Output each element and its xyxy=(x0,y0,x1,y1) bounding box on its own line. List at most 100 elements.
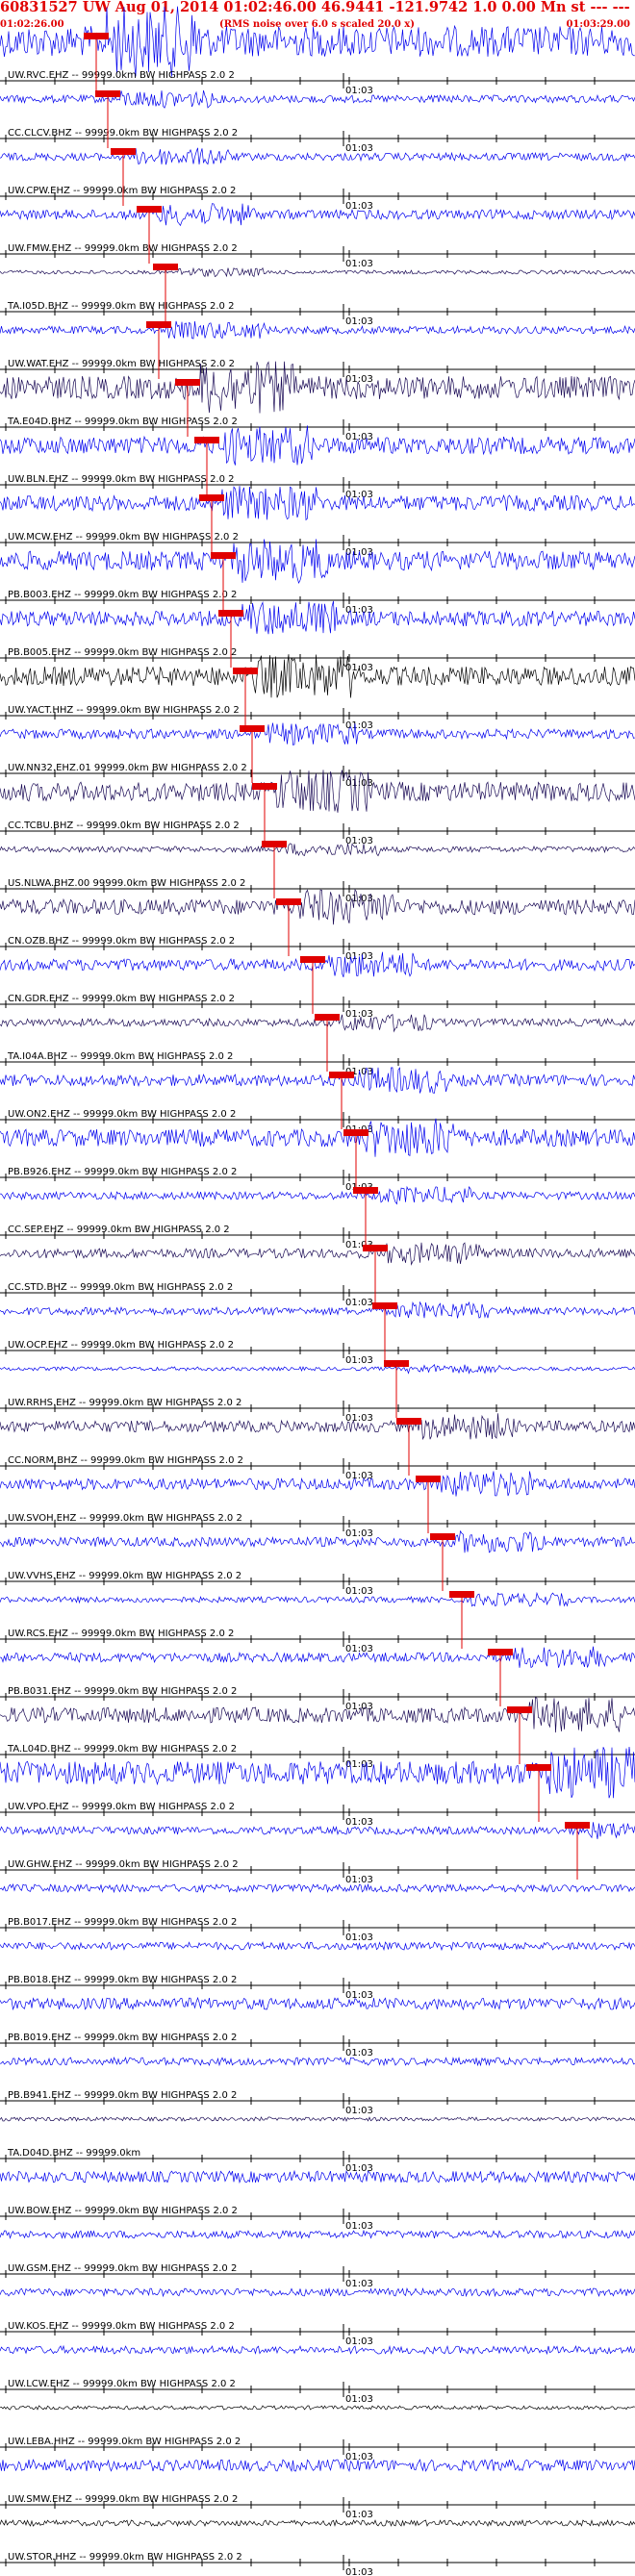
pick-box xyxy=(526,1764,551,1771)
station-label: CN.GDR.EHZ -- 99999.0km BW HIGHPASS 2.0 … xyxy=(8,994,235,1004)
waveform-trace xyxy=(0,1941,635,1952)
waveform-trace xyxy=(0,203,635,227)
waveform-trace xyxy=(0,539,635,584)
waveform-trace xyxy=(0,951,635,978)
minute-label: 01:03 xyxy=(345,836,373,846)
station-label: PB.B031.EHZ -- 99999.0km BW HIGHPASS 2.0… xyxy=(8,1686,237,1697)
minute-label: 01:03 xyxy=(345,1586,373,1597)
minute-label: 01:03 xyxy=(345,1990,373,2001)
minute-label: 01:03 xyxy=(345,720,373,731)
minute-label: 01:03 xyxy=(345,1009,373,1020)
minute-label: 01:03 xyxy=(345,2048,373,2058)
station-label: UW.MCW.EHZ -- 99999.0km BW HIGHPASS 2.0 … xyxy=(8,532,239,543)
pick-box xyxy=(194,437,219,443)
minute-label: 01:03 xyxy=(345,1528,373,1539)
station-label: UW.RCS.EHZ -- 99999.0km BW HIGHPASS 2.0 … xyxy=(8,1629,234,1639)
waveform-trace xyxy=(0,1646,635,1669)
waveform-trace xyxy=(0,889,635,925)
waveform-trace xyxy=(0,1067,635,1094)
minute-label: 01:03 xyxy=(345,1355,373,1366)
pick-box xyxy=(153,264,178,270)
station-label: UW.LEBA.HHZ -- 99999.0km BW HIGHPASS 2.0… xyxy=(8,2437,241,2447)
minute-label: 01:03 xyxy=(345,1413,373,1424)
minute-label: 01:03 xyxy=(345,316,373,327)
pick-box xyxy=(353,1187,378,1194)
station-label: PB.B019.EHZ -- 99999.0km BW HIGHPASS 2.0… xyxy=(8,2033,237,2043)
pick-box xyxy=(240,725,265,732)
station-label: UW.BLN.EHZ -- 99999.0km BW HIGHPASS 2.0 … xyxy=(8,474,235,485)
station-label: UW.SVOH.EHZ -- 99999.0km BW HIGHPASS 2.0… xyxy=(8,1513,242,1524)
minute-label: 01:03 xyxy=(345,2106,373,2116)
minute-label: 01:03 xyxy=(345,1817,373,1828)
minute-label: 01:03 xyxy=(345,2452,373,2462)
station-label: CC.TCBU.BHZ -- 99999.0km BW HIGHPASS 2.0… xyxy=(8,821,240,831)
station-label: UW.STOR.HHZ -- 99999.0km BW HIGHPASS 2.0… xyxy=(8,2552,242,2563)
minute-label: 01:03 xyxy=(345,2394,373,2405)
pick-box xyxy=(211,552,236,559)
station-label: PB.B003.EHZ -- 99999.0km BW HIGHPASS 2.0… xyxy=(8,590,237,600)
station-label: CC.STD.BHZ -- 99999.0km BW HIGHPASS 2.0 … xyxy=(8,1282,233,1293)
station-label: UW.BOW.EHZ -- 99999.0km BW HIGHPASS 2.0 … xyxy=(8,2206,238,2216)
waveform-trace xyxy=(0,1529,635,1553)
station-label: TA.E04D.BHZ -- 99999.0km BW HIGHPASS 2.0… xyxy=(7,417,238,427)
waveform-trace xyxy=(0,147,635,165)
station-label: PB.B926.EHZ -- 99999.0km BW HIGHPASS 2.0… xyxy=(8,1167,237,1177)
minute-label: 01:03 xyxy=(345,1298,373,1308)
station-label: UW.FMW.EHZ -- 99999.0km BW HIGHPASS 2.0 … xyxy=(8,243,238,254)
waveform-trace xyxy=(0,6,635,77)
pick-box xyxy=(199,494,224,501)
waveform-trace xyxy=(0,1118,635,1157)
pick-box xyxy=(252,783,277,790)
station-label: CC.SEP.EHZ -- 99999.0km BW HIGHPASS 2.0 … xyxy=(8,1225,230,1235)
pick-box xyxy=(111,148,136,155)
waveform-trace xyxy=(0,2116,635,2122)
waveform-trace xyxy=(0,600,635,635)
minute-label: 01:03 xyxy=(345,86,373,96)
waveform-trace xyxy=(0,266,635,278)
station-label: UW.VVHS.EHZ -- 99999.0km BW HIGHPASS 2.0… xyxy=(8,1571,241,1581)
waveform-trace xyxy=(0,1471,635,1497)
pick-box xyxy=(137,206,162,213)
minute-label: 01:03 xyxy=(345,2221,373,2232)
waveform-trace xyxy=(0,486,635,521)
pick-box xyxy=(372,1302,397,1309)
station-label: CC.CLCV.BHZ -- 99999.0km BW HIGHPASS 2.0… xyxy=(8,128,238,139)
station-label: TA.D04D.BHZ -- 99999.0km xyxy=(7,2148,140,2159)
waveform-trace xyxy=(0,722,635,745)
seismogram-plot: UW.RVC.EHZ -- 99999.0km BW HIGHPASS 2.0 … xyxy=(0,6,635,2576)
minute-label: 01:03 xyxy=(345,201,373,212)
minute-label: 01:03 xyxy=(345,1875,373,1885)
station-label: PB.B018.EHZ -- 99999.0km BW HIGHPASS 2.0… xyxy=(8,1975,237,1985)
pick-box xyxy=(396,1418,421,1425)
waveform-trace xyxy=(0,1697,635,1733)
station-label: UW.RRHS.EHZ -- 99999.0km BW HIGHPASS 2.0… xyxy=(8,1398,241,1408)
station-label: UW.CPW.EHZ -- 99999.0km BW HIGHPASS 2.0 … xyxy=(8,186,236,196)
waveform-trace xyxy=(0,425,635,466)
station-label: UW.OCP.EHZ -- 99999.0km BW HIGHPASS 2.0 … xyxy=(8,1340,234,1351)
pick-box xyxy=(565,1822,590,1829)
station-label: UW.YACT.HHZ -- 99999.0km BW HIGHPASS 2.0… xyxy=(8,705,240,716)
pick-box xyxy=(233,668,258,674)
minute-label: 01:03 xyxy=(345,1932,373,1943)
minute-label: 01:03 xyxy=(345,2336,373,2347)
waveform-trace xyxy=(0,2405,635,2411)
station-label: UW.GSM.EHZ -- 99999.0km BW HIGHPASS 2.0 … xyxy=(8,2263,237,2274)
minute-label: 01:03 xyxy=(345,2510,373,2520)
station-label: PB.B941.EHZ -- 99999.0km BW HIGHPASS 2.0… xyxy=(8,2090,237,2101)
minute-label: 01:03 xyxy=(345,2567,373,2576)
pick-box xyxy=(507,1706,532,1713)
station-label: UW.VPO.EHZ -- 99999.0km BW HIGHPASS 2.0 … xyxy=(8,1802,235,1812)
waveform-trace xyxy=(0,2056,635,2067)
station-label: TA.I04A.BHZ -- 99999.0km BW HIGHPASS 2.0… xyxy=(7,1051,233,1062)
station-label: UW.RVC.EHZ -- 99999.0km BW HIGHPASS 2.0 … xyxy=(8,70,235,81)
waveform-trace xyxy=(0,320,635,340)
pick-box xyxy=(329,1072,354,1078)
station-label: CC.NORM.BHZ -- 99999.0km BW HIGHPASS 2.0… xyxy=(8,1455,243,1466)
waveform-trace xyxy=(0,1363,635,1375)
waveform-trace xyxy=(0,1882,635,1894)
station-label: TA.L04D.BHZ -- 99999.0km BW HIGHPASS 2.0… xyxy=(7,1744,237,1755)
waveform-trace xyxy=(0,2286,635,2298)
pick-box xyxy=(315,1014,340,1021)
waveform-trace xyxy=(0,654,635,698)
pick-box xyxy=(276,898,301,905)
